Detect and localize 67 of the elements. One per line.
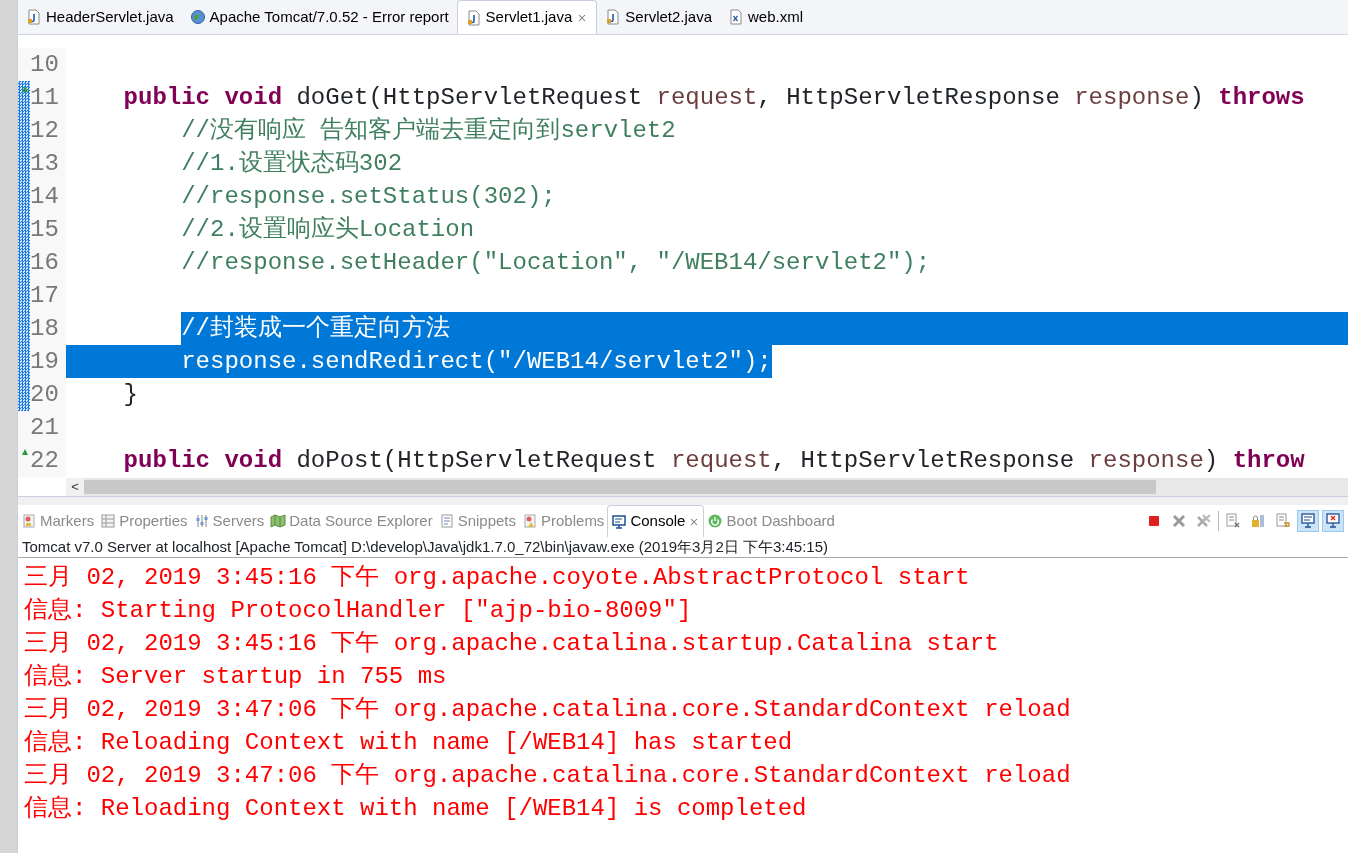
- line-number: 15: [30, 215, 59, 245]
- code-line: public void doPost(HttpServletRequest request, HttpServletResponse response) throw: [122, 446, 1305, 476]
- console-description: Tomcat v7.0 Server at localhost [Apache Tomcat] D:\develop\Java\jdk1.7.0_72\bin\javaw.exe (2019年3月2日 下午3:45:15): [18, 537, 1348, 558]
- line-number: 17: [30, 281, 59, 311]
- line-number: 22: [30, 446, 59, 476]
- tab[interactable]: Servlet2.java: [597, 0, 721, 34]
- code-line: //response.setHeader("Location", "/WEB14/servlet2");: [180, 248, 931, 278]
- tab[interactable]: HeaderServlet.java: [18, 0, 182, 34]
- power-icon: [707, 513, 724, 529]
- java-file-icon: [465, 9, 482, 26]
- toolbar-button[interactable]: [1322, 510, 1344, 532]
- code-line: //没有响应 告知客户端去重定向到servlet2: [180, 115, 676, 146]
- sash-bar[interactable]: [18, 496, 1348, 505]
- snippet-icon: [438, 513, 455, 529]
- map-icon: [270, 513, 287, 529]
- scrollbar-thumb[interactable]: [84, 480, 1156, 494]
- monitor-error-icon: [1325, 513, 1341, 529]
- code-line: }: [122, 380, 138, 410]
- console-line: 信息: Reloading Context with name [/WEB14] is completed: [24, 794, 808, 824]
- console-line: 三月 02, 2019 3:47:06 下午 org.apache.catalina.core.StandardContext reload: [24, 761, 1072, 791]
- line-number: 20: [30, 380, 59, 410]
- code-line: //response.setStatus(302);: [180, 182, 556, 212]
- monitor-output-icon: [1300, 513, 1316, 529]
- markers-icon: [21, 513, 37, 529]
- tab[interactable]: Console: [607, 505, 705, 537]
- java-file-icon: [26, 9, 42, 25]
- toolbar-button[interactable]: [1297, 510, 1319, 532]
- tab[interactable]: Servers: [190, 505, 268, 537]
- clear-console-icon: [1225, 513, 1241, 529]
- tab[interactable]: Markers: [18, 505, 98, 537]
- scroll-lock-icon: [1250, 513, 1266, 529]
- tab[interactable]: web.xml: [720, 0, 812, 34]
- close-all-icon: [1196, 513, 1212, 529]
- monitor-icon: [611, 513, 628, 530]
- line-number: 16: [30, 248, 59, 278]
- line-number: 10: [30, 50, 59, 80]
- tab[interactable]: Boot Dashboard: [704, 505, 838, 537]
- tab[interactable]: Servlet1.java: [456, 0, 598, 34]
- tab[interactable]: Data Source Explorer: [267, 505, 436, 537]
- line-number: 12: [30, 116, 59, 146]
- java-file-icon: [605, 9, 622, 25]
- tab[interactable]: Problems: [519, 505, 608, 537]
- close-icon: [1171, 513, 1187, 529]
- problems-icon: [522, 513, 538, 529]
- line-number: 19: [30, 347, 59, 377]
- line-number: 13: [30, 149, 59, 179]
- line-number: 11: [30, 83, 59, 113]
- line-number: 18: [30, 314, 59, 344]
- globe-icon: [189, 9, 206, 25]
- console-line: 信息: Starting ProtocolHandler ["ajp-bio-8009"]: [24, 596, 693, 626]
- console-line: 信息: Server startup in 755 ms: [24, 662, 448, 692]
- line-number: 14: [30, 182, 59, 212]
- code-line: //2.设置响应头Location: [180, 215, 475, 245]
- stop-icon: [1146, 513, 1162, 529]
- tab[interactable]: Apache Tomcat/7.0.52 - Error report: [181, 0, 457, 34]
- console-line: 信息: Reloading Context with name [/WEB14] has started: [24, 728, 794, 758]
- line-number: 21: [30, 413, 59, 443]
- code-line: public void doGet(HttpServletRequest request, HttpServletResponse response) throws: [122, 83, 1305, 113]
- xml-file-icon: [728, 9, 745, 25]
- table-icon: [100, 513, 117, 529]
- code-line: //1.设置状态码302: [180, 149, 403, 179]
- tab[interactable]: Properties: [97, 505, 191, 537]
- console-line: 三月 02, 2019 3:47:06 下午 org.apache.catalina.core.StandardContext reload: [24, 695, 1072, 725]
- console-line: 三月 02, 2019 3:45:16 下午 org.apache.catalina.startup.Catalina start: [24, 629, 1000, 659]
- word-wrap-icon: [1275, 513, 1291, 529]
- console-line: 三月 02, 2019 3:45:16 下午 org.apache.coyote.AbstractProtocol start: [24, 563, 971, 593]
- scroll-left-button[interactable]: <: [66, 478, 84, 496]
